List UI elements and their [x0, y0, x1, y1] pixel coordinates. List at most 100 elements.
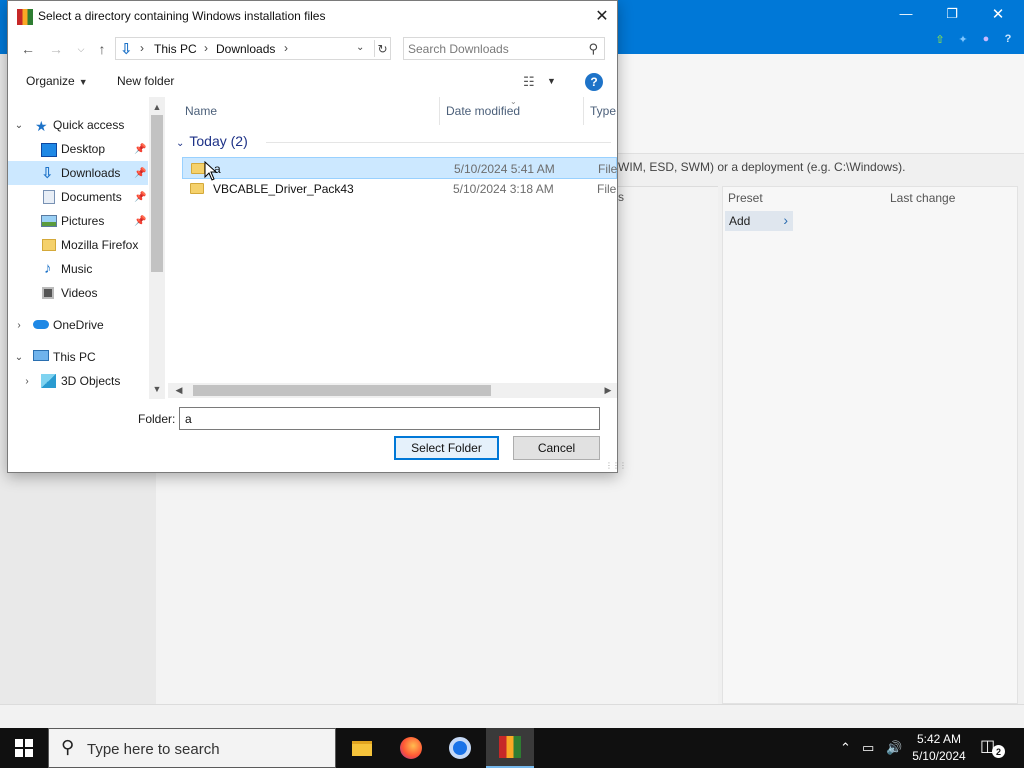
file-explorer-icon [352, 740, 372, 756]
app-status-bar [0, 704, 1024, 728]
search-input[interactable] [408, 40, 578, 57]
chevron-right-icon[interactable]: › [13, 320, 25, 331]
recent-locations-dropdown[interactable]: ⌵ [71, 40, 91, 58]
caret-down-icon[interactable]: ▼ [547, 76, 556, 86]
folder-name-input[interactable] [179, 407, 600, 430]
cancel-button[interactable]: Cancel [513, 436, 600, 460]
file-date: 5/10/2024 5:41 AM [454, 162, 555, 176]
twitter-icon[interactable]: ✦ [955, 31, 971, 47]
select-folder-button[interactable]: Select Folder [394, 436, 499, 460]
pin-icon: 📌 [134, 215, 147, 227]
organize-button[interactable]: Organize ▼ [26, 74, 88, 88]
chevron-down-icon[interactable]: ⌄ [356, 42, 364, 53]
help-icon[interactable]: ? [1000, 31, 1016, 47]
command-bar: Organize ▼ New folder ☷ ▼ [8, 66, 617, 97]
help-button-icon[interactable]: ? [585, 73, 603, 91]
dialog-close-button[interactable]: ✕ [587, 1, 617, 31]
app-taskbar-button[interactable] [486, 728, 534, 768]
nav-item-mozilla-firefox[interactable]: Mozilla Firefox [8, 233, 148, 257]
nav-label: Desktop [61, 142, 106, 156]
windows-logo-icon [15, 739, 33, 757]
folder-icon [191, 163, 205, 174]
chevron-down-icon[interactable]: ⌄ [13, 120, 25, 131]
pin-icon: 📌 [134, 167, 147, 179]
breadcrumb-separator-icon[interactable]: › [284, 41, 288, 55]
dialog-title: Select a directory containing Windows in… [38, 9, 326, 23]
download-icon: ⇩ [41, 165, 54, 182]
column-header-type[interactable]: Type [590, 97, 616, 125]
nav-item-onedrive[interactable]: › OneDrive [8, 313, 148, 337]
nav-item-music[interactable]: ♪ Music [8, 257, 148, 281]
scroll-up-icon[interactable]: ▲ [149, 100, 165, 114]
last-change-column-header[interactable]: Last change [890, 191, 955, 205]
nav-scrollbar-thumb[interactable] [151, 115, 163, 272]
nav-item-pictures[interactable]: Pictures 📌 [8, 209, 148, 233]
chrome-taskbar-button[interactable] [436, 728, 484, 768]
file-explorer-taskbar-button[interactable] [338, 728, 386, 768]
column-divider[interactable] [439, 97, 440, 125]
update-arrow-icon[interactable]: ⇧ [932, 31, 948, 47]
add-preset-button[interactable]: Add › [725, 211, 793, 231]
horizontal-scrollbar[interactable]: ◀ ▶ [168, 383, 617, 398]
file-list: Name ⌄ Date modified Type ⌄ Today (2) a 5… [168, 97, 617, 383]
nav-item-3d-objects[interactable]: › 3D Objects [8, 369, 148, 393]
taskbar-clock[interactable]: 5:42 AM 5/10/2024 [904, 731, 974, 765]
select-folder-dialog: Select a directory containing Windows in… [7, 0, 627, 473]
breadcrumb-separator-icon[interactable]: › [204, 41, 208, 55]
show-hidden-icons-icon[interactable]: ⌃ [840, 740, 851, 756]
notifications-button[interactable]: ◫ 2 [980, 736, 1008, 760]
minimize-button[interactable]: — [883, 0, 929, 27]
search-box[interactable]: ⚲ [403, 37, 605, 60]
group-header-today[interactable]: ⌄ Today (2) [176, 133, 248, 149]
file-row-vbcable[interactable]: VBCABLE_Driver_Pack43 5/10/2024 3:18 AM … [182, 178, 617, 200]
nav-item-desktop[interactable]: Desktop 📌 [8, 137, 148, 161]
nav-item-this-pc[interactable]: ⌄ This PC [8, 345, 148, 369]
horizontal-scrollbar-thumb[interactable] [193, 385, 491, 396]
breadcrumb-separator-icon[interactable]: › [140, 41, 144, 55]
forward-button[interactable]: → [46, 40, 66, 58]
file-type: File f [598, 162, 617, 176]
taskbar-search-input[interactable] [87, 739, 327, 759]
column-header-name[interactable]: Name [185, 97, 217, 125]
nav-item-videos[interactable]: Videos [8, 281, 148, 305]
scroll-down-icon[interactable]: ▼ [149, 382, 165, 396]
chevron-right-icon[interactable]: › [21, 376, 33, 387]
nav-item-documents[interactable]: Documents 📌 [8, 185, 148, 209]
folder-label: Folder: [138, 412, 176, 426]
view-options-icon[interactable]: ☷ [523, 74, 535, 90]
clock-time: 5:42 AM [916, 732, 962, 746]
file-row-a[interactable]: a 5/10/2024 5:41 AM File f [182, 157, 617, 179]
taskbar-search-box[interactable]: ⚲ [48, 728, 336, 768]
source-hint-text: WIM, ESD, SWM) or a deployment (e.g. C:\… [618, 160, 906, 174]
firefox-taskbar-button[interactable] [387, 728, 435, 768]
close-app-button[interactable]: ✕ [975, 0, 1021, 27]
column-divider[interactable] [583, 97, 584, 125]
volume-icon[interactable]: 🔊 [886, 740, 902, 756]
preset-column-header[interactable]: Preset [728, 191, 763, 205]
nav-item-downloads[interactable]: ⇩ Downloads 📌 [8, 161, 148, 185]
scroll-left-icon[interactable]: ◀ [172, 384, 186, 397]
column-header-date-modified[interactable]: Date modified [446, 97, 520, 125]
breadcrumb-this-pc[interactable]: This PC [154, 42, 197, 56]
up-button[interactable]: ↑ [92, 40, 112, 58]
address-bar[interactable]: ⇩ › This PC › Downloads › ⌄ ↻ [115, 37, 391, 60]
search-icon: ⚲ [61, 737, 75, 757]
restore-button[interactable]: ❐ [929, 0, 975, 27]
refresh-icon[interactable]: ↻ [374, 40, 390, 57]
back-button[interactable]: ← [18, 40, 38, 58]
start-button[interactable] [0, 728, 48, 768]
discord-icon[interactable]: ● [978, 31, 994, 47]
download-icon: ⇩ [120, 41, 133, 58]
network-icon[interactable]: ▭ [862, 740, 874, 756]
desktop-icon [41, 143, 57, 157]
nav-label: Downloads [61, 166, 121, 180]
group-divider [266, 142, 611, 143]
breadcrumb-downloads[interactable]: Downloads [216, 42, 275, 56]
pictures-icon [41, 215, 57, 227]
scroll-right-icon[interactable]: ▶ [601, 384, 615, 397]
nav-item-quick-access[interactable]: ⌄ ★ Quick access [8, 113, 148, 137]
new-folder-button[interactable]: New folder [117, 74, 174, 88]
notification-count: 2 [992, 745, 1005, 758]
resize-grip-icon[interactable]: ⋮⋮⋮ [605, 461, 627, 470]
chevron-down-icon[interactable]: ⌄ [13, 352, 25, 363]
